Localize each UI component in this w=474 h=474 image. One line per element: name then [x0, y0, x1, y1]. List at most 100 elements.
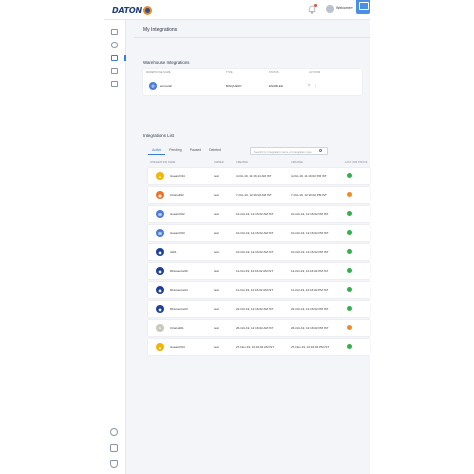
- gmail-icon: ✉: [156, 229, 164, 237]
- shield-icon[interactable]: [110, 460, 118, 468]
- integration-updated: 11-Oct-19, 12:16:02 PM IST: [291, 269, 329, 273]
- tab-deleted[interactable]: Deleted: [205, 147, 225, 155]
- integration-created: 22-Oct-19, 12:16:02 AM IST: [236, 307, 274, 311]
- logo[interactable]: DATON: [112, 3, 153, 17]
- success-status-icon: [347, 286, 352, 292]
- notification-dot: [314, 4, 317, 7]
- chevron-down-icon[interactable]: ▾: [351, 6, 353, 10]
- warehouse-status: ENABLED: [269, 84, 284, 88]
- user-name[interactable]: Welcome: [336, 6, 351, 10]
- integration-owner: test: [214, 231, 219, 235]
- reports-icon[interactable]: [111, 68, 118, 74]
- integration-owner: test: [214, 307, 219, 311]
- integration-owner: test: [214, 345, 219, 349]
- integrations-header-row: INTEGRATION NAME OWNER CREATED UPDATED L…: [148, 160, 370, 166]
- warehouse-header-type: TYPE: [226, 71, 233, 74]
- integration-name[interactable]: Gsearch02: [170, 212, 185, 216]
- more-icon[interactable]: ⋮: [314, 83, 317, 87]
- avatar[interactable]: [326, 5, 334, 13]
- integration-created: 27-Nov-19, 12:16:02 AM IST: [236, 345, 275, 349]
- dropbox-icon: ◆: [156, 248, 164, 256]
- integration-owner: test: [214, 174, 219, 178]
- integration-name[interactable]: Ctransit01: [170, 326, 184, 330]
- warehouse-header-actions: ACTIONS: [309, 71, 321, 74]
- adwords-icon: ▲: [156, 343, 164, 351]
- table-row[interactable]: ✉ Gsearch03 test 10-Oct-19, 12:16:02 AM IST…: [148, 225, 370, 241]
- header-updated: UPDATED: [291, 161, 303, 164]
- integration-created: 10-Oct-19, 12:16:02 AM IST: [236, 250, 274, 254]
- adwords-icon: ▲: [156, 172, 164, 180]
- integration-updated: 4-Oct-19, 11:16:02 PM IST: [291, 174, 327, 178]
- table-row[interactable]: ▲ Gsearch34 test 4-Oct-19, 11:16:14 AM IST 4…: [148, 168, 370, 184]
- integration-name[interactable]: Gsearch04: [170, 345, 185, 349]
- success-status-icon: [347, 343, 352, 349]
- logo-mark-icon: [143, 5, 153, 15]
- integration-owner: test: [214, 212, 219, 216]
- success-status-icon: [347, 229, 352, 235]
- table-row[interactable]: ▲ Gsearch04 test 27-Nov-19, 12:16:02 AM IST…: [148, 339, 370, 355]
- integration-name[interactable]: Dbssource06: [170, 269, 188, 273]
- table-row[interactable]: ✉ Gsearch02 test 10-Oct-19, 12:16:02 AM IST…: [148, 206, 370, 222]
- header-last-job-status: LAST JOB STATUS: [345, 161, 368, 164]
- settings-icon[interactable]: [111, 81, 118, 87]
- integration-name[interactable]: Gsearch03: [170, 231, 185, 235]
- warehouse-name[interactable]: accoutell: [160, 84, 172, 88]
- success-status-icon: [347, 172, 352, 178]
- integration-owner: test: [214, 326, 219, 330]
- integration-owner: test: [214, 250, 219, 254]
- dropbox-icon: ◆: [156, 267, 164, 275]
- top-bar: DATON Welcome ▾: [104, 0, 370, 20]
- chat-icon[interactable]: [356, 0, 370, 14]
- integration-created: 26-Oct-19, 12:16:02 AM IST: [236, 326, 274, 330]
- integration-name[interactable]: Ctransit02: [170, 193, 184, 197]
- tab-paused[interactable]: Paused: [186, 147, 206, 155]
- table-row[interactable]: ◆ Dbssource04 test 11-Oct-19, 12:16:02 AM I…: [148, 282, 370, 298]
- integration-created: 11-Oct-19, 12:16:02 AM IST: [236, 269, 274, 273]
- tab-pending[interactable]: Pending: [165, 147, 185, 155]
- dashboard-icon[interactable]: [111, 29, 118, 35]
- integration-created: 4-Oct-19, 11:16:14 AM IST: [236, 174, 272, 178]
- integration-owner: test: [214, 288, 219, 292]
- table-row[interactable]: ◆ Dbssource03 test 22-Oct-19, 12:16:02 AM I…: [148, 301, 370, 317]
- header-owner: OWNER: [214, 161, 224, 164]
- gmail-icon: ✉: [156, 210, 164, 218]
- warning-status-icon: [347, 324, 352, 330]
- integration-created: 7-Oct-19, 12:16:02 AM IST: [236, 193, 272, 197]
- integration-updated: 10-Oct-19, 12:16:02 PM IST: [291, 212, 329, 216]
- table-row[interactable]: ᴳ Ctransit01 test 26-Oct-19, 12:16:02 AM IS…: [148, 320, 370, 336]
- success-status-icon: [347, 248, 352, 254]
- edit-icon[interactable]: ✎: [308, 83, 311, 87]
- integration-updated: 10-Oct-19, 12:16:02 PM IST: [291, 250, 329, 254]
- help-icon[interactable]: [110, 428, 118, 436]
- search-icon[interactable]: [319, 149, 322, 152]
- table-row[interactable]: ◆ Dbssource06 test 11-Oct-19, 12:16:02 AM I…: [148, 263, 370, 279]
- success-status-icon: [347, 267, 352, 273]
- integration-name[interactable]: Gsearch34: [170, 174, 185, 178]
- integration-name[interactable]: tst01: [170, 250, 177, 254]
- integration-updated: 26-Oct-19, 12:16:02 PM IST: [291, 326, 329, 330]
- warehouse-type: BIGQUERY: [226, 84, 242, 88]
- dropbox-icon: ◆: [156, 286, 164, 294]
- integration-owner: test: [214, 269, 219, 273]
- divider: [134, 37, 370, 38]
- bigquery-icon: ◎: [149, 82, 157, 90]
- bulb-icon[interactable]: [110, 444, 118, 452]
- clock-icon[interactable]: [111, 42, 118, 48]
- integration-created: 10-Oct-19, 12:16:02 AM IST: [236, 231, 274, 235]
- warehouse-header-status: STATUS: [269, 71, 279, 74]
- success-status-icon: [347, 305, 352, 311]
- table-row[interactable]: ◆ tst01 test 10-Oct-19, 12:16:02 AM IST 10-O…: [148, 244, 370, 260]
- integrations-icon[interactable]: [111, 55, 118, 61]
- logo-text: DATON: [112, 5, 143, 15]
- integration-created: 10-Oct-19, 12:16:02 AM IST: [236, 212, 274, 216]
- integration-name[interactable]: Dbssource03: [170, 307, 188, 311]
- integration-name[interactable]: Dbssource04: [170, 288, 188, 292]
- table-row[interactable]: ◉ Ctransit02 test 7-Oct-19, 12:16:02 AM IST…: [148, 187, 370, 203]
- app-frame: DATON Welcome ▾ My Integrations Warehous…: [104, 0, 370, 474]
- tab-active[interactable]: Active: [148, 147, 166, 155]
- warehouse-header-name: WAREHOUSE NAME: [146, 71, 171, 74]
- integration-updated: 27-Nov-19, 12:16:02 PM IST: [291, 345, 330, 349]
- integration-created: 11-Oct-19, 12:16:02 AM IST: [236, 288, 274, 292]
- search-input[interactable]: Search by Integration name or Integratio…: [250, 147, 328, 155]
- success-status-icon: [347, 210, 352, 216]
